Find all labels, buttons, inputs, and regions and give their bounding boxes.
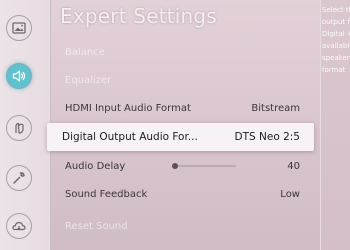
menu-item-value: Bitstream — [251, 102, 300, 114]
menu-item-label: Audio Delay — [65, 160, 126, 172]
menu-item-digital-output-audio-format[interactable]: Digital Output Audio For... DTS Neo 2:5 — [47, 123, 314, 151]
menu-item-label: Equalizer — [65, 74, 112, 86]
cloud-glyph — [12, 221, 26, 231]
menu-item-sound-feedback[interactable]: Sound Feedback Low — [52, 182, 314, 206]
broadcasting-icon[interactable] — [6, 115, 32, 141]
menu-item-equalizer[interactable]: Equalizer — [52, 68, 314, 92]
menu-item-label: Digital Output Audio For... — [62, 131, 198, 143]
description-line: output fo — [322, 18, 350, 26]
support-icon[interactable] — [6, 165, 32, 191]
menu-item-hdmi-input-audio-format[interactable]: HDMI Input Audio Format Bitstream — [52, 96, 314, 120]
description-line: speakers — [322, 54, 350, 62]
description-line: format — [322, 66, 346, 74]
sound-icon[interactable] — [6, 63, 32, 89]
menu-item-label: Balance — [65, 46, 105, 58]
menu-item-balance[interactable]: Balance — [52, 40, 314, 64]
menu-item-label: Sound Feedback — [65, 188, 148, 200]
picture-icon[interactable] — [6, 15, 32, 41]
broadcasting-glyph — [15, 122, 24, 134]
audio-delay-slider-knob[interactable] — [172, 163, 179, 169]
menu-item-audio-delay[interactable]: Audio Delay 40 — [52, 154, 314, 178]
menu-item-label: Reset Sound — [65, 220, 128, 232]
description-line: Digital + — [322, 30, 350, 38]
settings-category-rail — [0, 0, 51, 250]
audio-delay-slider[interactable] — [172, 163, 236, 169]
menu-item-value: Low — [280, 188, 300, 200]
page-title: Expert Settings — [60, 4, 217, 28]
menu-item-reset-sound[interactable]: Reset Sound — [52, 214, 314, 238]
description-line: Select th — [322, 6, 350, 14]
general-icon[interactable] — [6, 213, 32, 239]
description-line: available — [322, 42, 350, 50]
menu-item-value: DTS Neo 2:5 — [234, 131, 300, 143]
picture-glyph — [12, 22, 26, 34]
wrench-glyph — [13, 172, 25, 184]
tv-settings-screen: Expert Settings Balance Equalizer HDMI I… — [0, 0, 350, 250]
description-panel: Select th output fo Digital + available … — [320, 0, 350, 250]
menu-item-label: HDMI Input Audio Format — [65, 102, 191, 114]
speaker-glyph — [12, 70, 26, 82]
menu-item-value: 40 — [287, 160, 300, 172]
